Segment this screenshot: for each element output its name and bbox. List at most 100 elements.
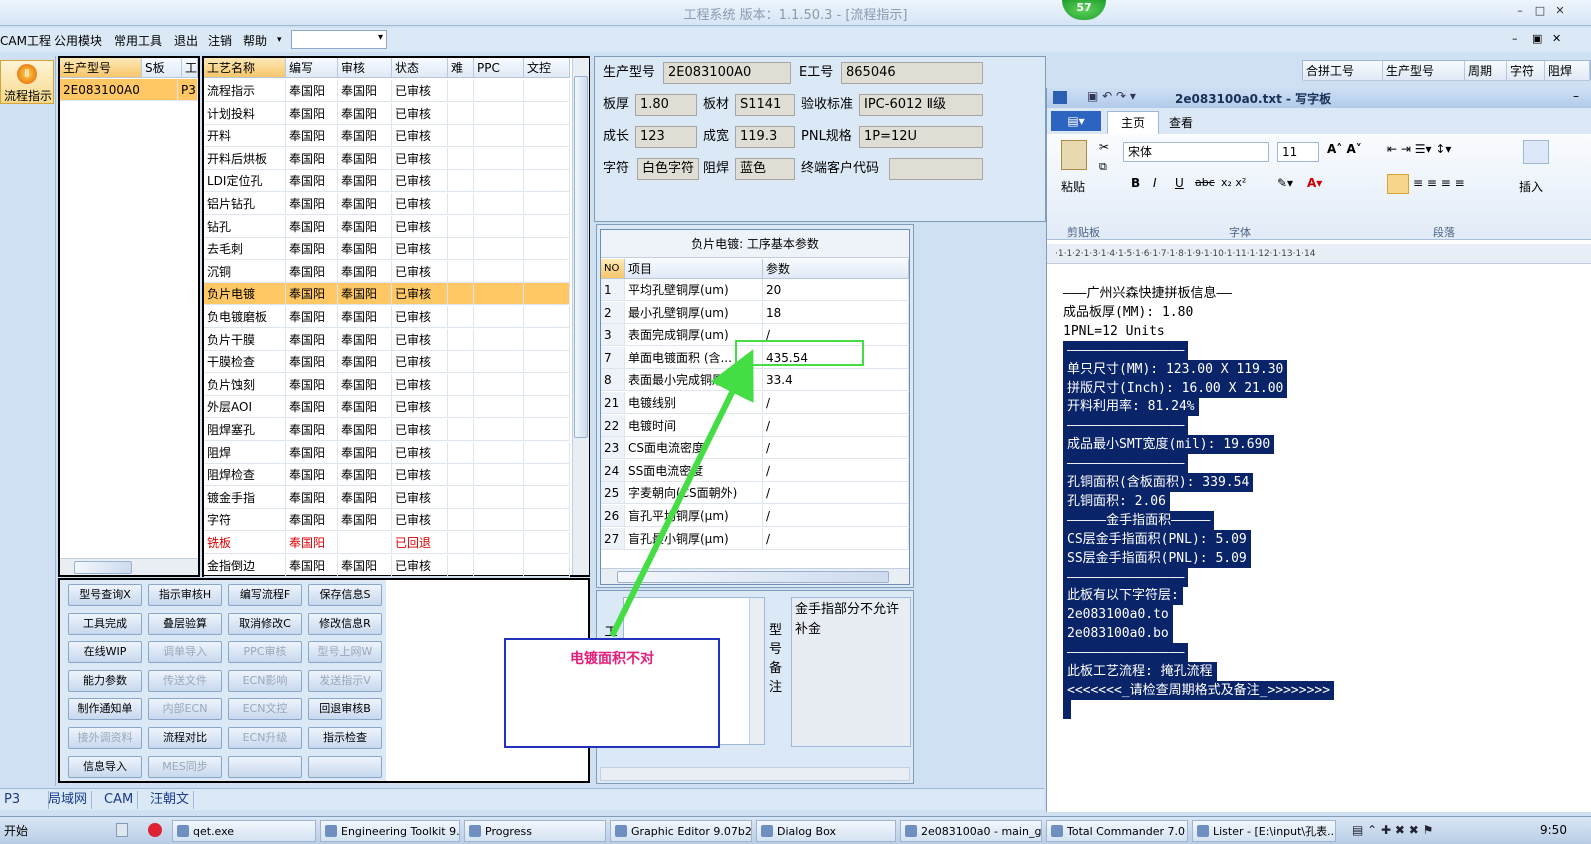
process-col-3[interactable]: 状态: [392, 58, 448, 78]
process-cell-name[interactable]: 铣板: [204, 532, 286, 554]
param-cell-value[interactable]: /: [763, 392, 909, 414]
process-cell-reviewer[interactable]: 奉国阳: [338, 102, 392, 125]
col-char[interactable]: 字符: [1507, 61, 1545, 81]
col-right-model[interactable]: 生产型号: [1383, 61, 1465, 81]
process-cell-reviewer[interactable]: 奉国阳: [338, 373, 392, 396]
action-button-10[interactable]: PPC审核: [228, 641, 302, 664]
process-cell-name[interactable]: 负片电镀: [204, 283, 286, 306]
menu-logout[interactable]: 注销: [208, 32, 232, 49]
process-cell-empty[interactable]: [474, 283, 524, 306]
wordpad-line[interactable]: 孔铜面积(含板面积): 339.54: [1063, 473, 1254, 492]
process-cell-status[interactable]: 已审核: [392, 147, 448, 170]
task-dialog-box[interactable]: Dialog Box: [756, 820, 896, 842]
process-cell-empty[interactable]: [448, 215, 474, 238]
process-cell-author[interactable]: 奉国阳: [286, 80, 338, 102]
action-button-17[interactable]: 内部ECN: [148, 698, 222, 721]
process-cell-empty[interactable]: [524, 147, 570, 170]
process-cell-empty[interactable]: [448, 328, 474, 351]
process-cell-status[interactable]: 已审核: [392, 260, 448, 283]
param-cell-value[interactable]: 20: [763, 279, 909, 301]
cut-icon[interactable]: ✂: [1099, 140, 1109, 154]
process-cell-name[interactable]: 负片干膜: [204, 328, 286, 351]
param-cell-no[interactable]: 21: [601, 392, 625, 414]
process-cell-name[interactable]: 外层AOI: [204, 396, 286, 419]
menu-public[interactable]: 公用模块: [54, 32, 102, 49]
process-cell-reviewer[interactable]: 奉国阳: [338, 193, 392, 215]
task-graphic-editor[interactable]: Graphic Editor 9.07b2 ...: [610, 820, 752, 842]
wordpad-line[interactable]: —————金手指面积—————: [1063, 510, 1215, 530]
process-cell-empty[interactable]: [524, 464, 570, 487]
process-cell-name[interactable]: 去毛刺: [204, 238, 286, 261]
action-button-27[interactable]: [308, 755, 382, 778]
param-cell-item[interactable]: 平均孔壁铜厚(um): [625, 279, 763, 301]
action-button-22[interactable]: ECN升级: [228, 727, 302, 749]
process-cell-reviewer[interactable]: 奉国阳: [338, 554, 392, 577]
process-cell-status[interactable]: 已审核: [392, 328, 448, 351]
col-item[interactable]: 项目: [625, 259, 763, 279]
wordpad-line[interactable]: ———————————————: [1063, 643, 1189, 663]
process-cell-name[interactable]: 阻焊: [204, 441, 286, 464]
status-p3[interactable]: P3: [0, 791, 49, 809]
process-cell-status[interactable]: 已审核: [392, 441, 448, 464]
param-cell-item[interactable]: 表面最小完成铜厚(...: [625, 369, 763, 392]
process-col-5[interactable]: PPC: [474, 58, 524, 78]
process-cell-status[interactable]: 已审核: [392, 351, 448, 374]
process-cell-empty[interactable]: [448, 125, 474, 148]
close-icon[interactable]: ✕: [1552, 4, 1568, 18]
process-cell-reviewer[interactable]: 奉国阳: [338, 125, 392, 148]
task-total-commander[interactable]: Total Commander 7.0 ...: [1046, 820, 1188, 842]
action-button-14[interactable]: ECN影响: [228, 669, 302, 692]
process-vscroll[interactable]: [572, 58, 589, 575]
wordpad-line[interactable]: ———————————————: [1063, 340, 1189, 360]
process-cell-reviewer[interactable]: 奉国阳: [338, 351, 392, 374]
process-cell-empty[interactable]: [474, 396, 524, 419]
maximize-icon[interactable]: □: [1532, 4, 1548, 18]
process-cell-empty[interactable]: [448, 102, 474, 125]
process-cell-status[interactable]: 已审核: [392, 306, 448, 328]
process-cell-status[interactable]: 已回退: [392, 532, 448, 554]
param-cell-value[interactable]: /: [763, 324, 909, 347]
model-hscroll[interactable]: [60, 558, 198, 575]
model-row[interactable]: 2E083100A0: [60, 79, 178, 101]
process-cell-author[interactable]: 奉国阳: [286, 441, 338, 464]
process-cell-empty[interactable]: [474, 464, 524, 487]
font-size-field[interactable]: 11: [1277, 142, 1319, 162]
process-cell-empty[interactable]: [524, 373, 570, 396]
material-field[interactable]: S1141: [735, 94, 795, 116]
process-cell-empty[interactable]: [524, 351, 570, 374]
font-name-field[interactable]: 宋体: [1123, 142, 1269, 162]
param-cell-item[interactable]: 电镀时间: [625, 414, 763, 437]
process-cell-empty[interactable]: [524, 283, 570, 306]
process-cell-name[interactable]: 铝片钻孔: [204, 193, 286, 215]
wordpad-line[interactable]: 此板有以下字符层:: [1063, 586, 1183, 606]
action-button-1[interactable]: 指示审核H: [148, 584, 222, 606]
param-cell-item[interactable]: CS面电流密度: [625, 437, 763, 460]
strike-icon[interactable]: abc: [1195, 176, 1215, 189]
process-cell-empty[interactable]: [524, 170, 570, 193]
col-no[interactable]: NO: [601, 259, 625, 279]
process-cell-reviewer[interactable]: 奉国阳: [338, 147, 392, 170]
process-cell-empty[interactable]: [448, 486, 474, 509]
process-cell-reviewer[interactable]: 奉国阳: [338, 283, 392, 306]
params-hscroll[interactable]: [601, 568, 909, 584]
process-cell-empty[interactable]: [524, 554, 570, 577]
process-cell-reviewer[interactable]: 奉国阳: [338, 328, 392, 351]
action-button-25[interactable]: MES同步: [148, 755, 222, 778]
action-button-19[interactable]: 回退审核B: [308, 698, 382, 721]
process-cell-author[interactable]: 奉国阳: [286, 532, 338, 554]
process-cell-empty[interactable]: [448, 396, 474, 419]
process-cell-reviewer[interactable]: [338, 532, 392, 554]
wordpad-line[interactable]: ———广州兴森快捷拼板信息——: [1063, 284, 1232, 303]
process-cell-empty[interactable]: [448, 554, 474, 577]
model-row-w[interactable]: P3: [178, 79, 198, 101]
bold-icon[interactable]: B: [1131, 176, 1140, 190]
process-cell-name[interactable]: 负片蚀刻: [204, 373, 286, 396]
restore-icon[interactable]: ▣: [1532, 32, 1542, 45]
process-cell-name[interactable]: LDI定位孔: [204, 170, 286, 193]
task-qet[interactable]: qet.exe: [172, 820, 316, 842]
task-toolkit[interactable]: Engineering Toolkit 9....: [320, 820, 460, 842]
param-cell-item[interactable]: 盲孔最小铜厚(μm): [625, 527, 763, 550]
process-cell-status[interactable]: 已审核: [392, 396, 448, 419]
process-cell-reviewer[interactable]: 奉国阳: [338, 80, 392, 102]
param-cell-item[interactable]: SS面电流密度: [625, 459, 763, 482]
